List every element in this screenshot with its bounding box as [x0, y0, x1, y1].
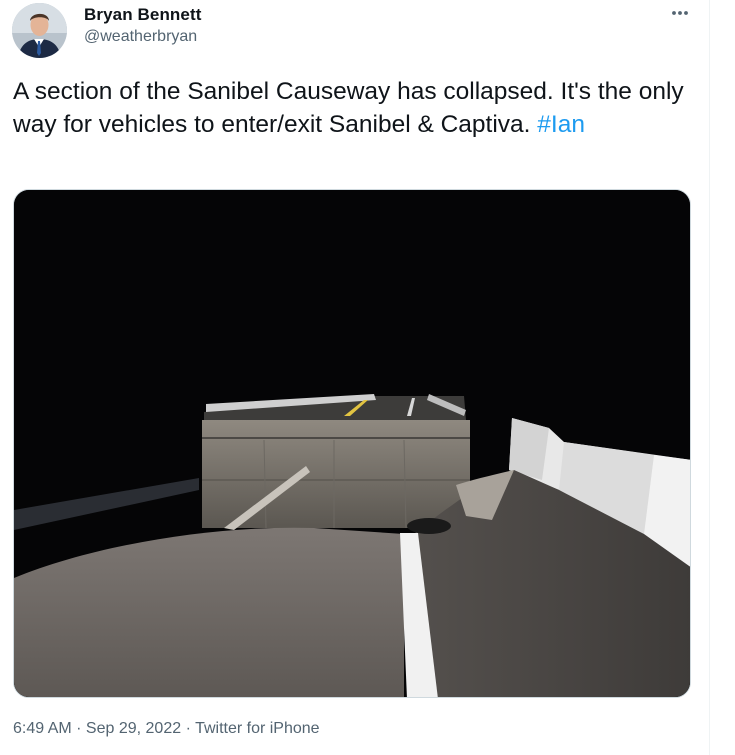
column-divider: [709, 0, 710, 755]
tweet-meta: 6:49 AM · Sep 29, 2022 · Twitter for iPh…: [13, 720, 320, 738]
avatar-portrait: [12, 3, 67, 58]
meta-separator: ·: [181, 720, 196, 737]
collapsed-causeway-photo: [14, 190, 690, 697]
avatar[interactable]: [12, 3, 67, 58]
more-horizontal-icon: [672, 11, 688, 15]
more-options-button[interactable]: [666, 2, 694, 24]
tweet-source[interactable]: Twitter for iPhone: [195, 720, 320, 737]
tweet-photo[interactable]: [13, 189, 691, 698]
hashtag-link[interactable]: #Ian: [537, 111, 585, 138]
tweet-date[interactable]: Sep 29, 2022: [86, 720, 181, 737]
tweet-text: A section of the Sanibel Causeway has co…: [13, 75, 703, 141]
tweet-time[interactable]: 6:49 AM: [13, 720, 72, 737]
meta-separator: ·: [71, 720, 86, 737]
author-display-name[interactable]: Bryan Bennett: [84, 5, 202, 25]
author-handle[interactable]: @weatherbryan: [84, 28, 197, 46]
